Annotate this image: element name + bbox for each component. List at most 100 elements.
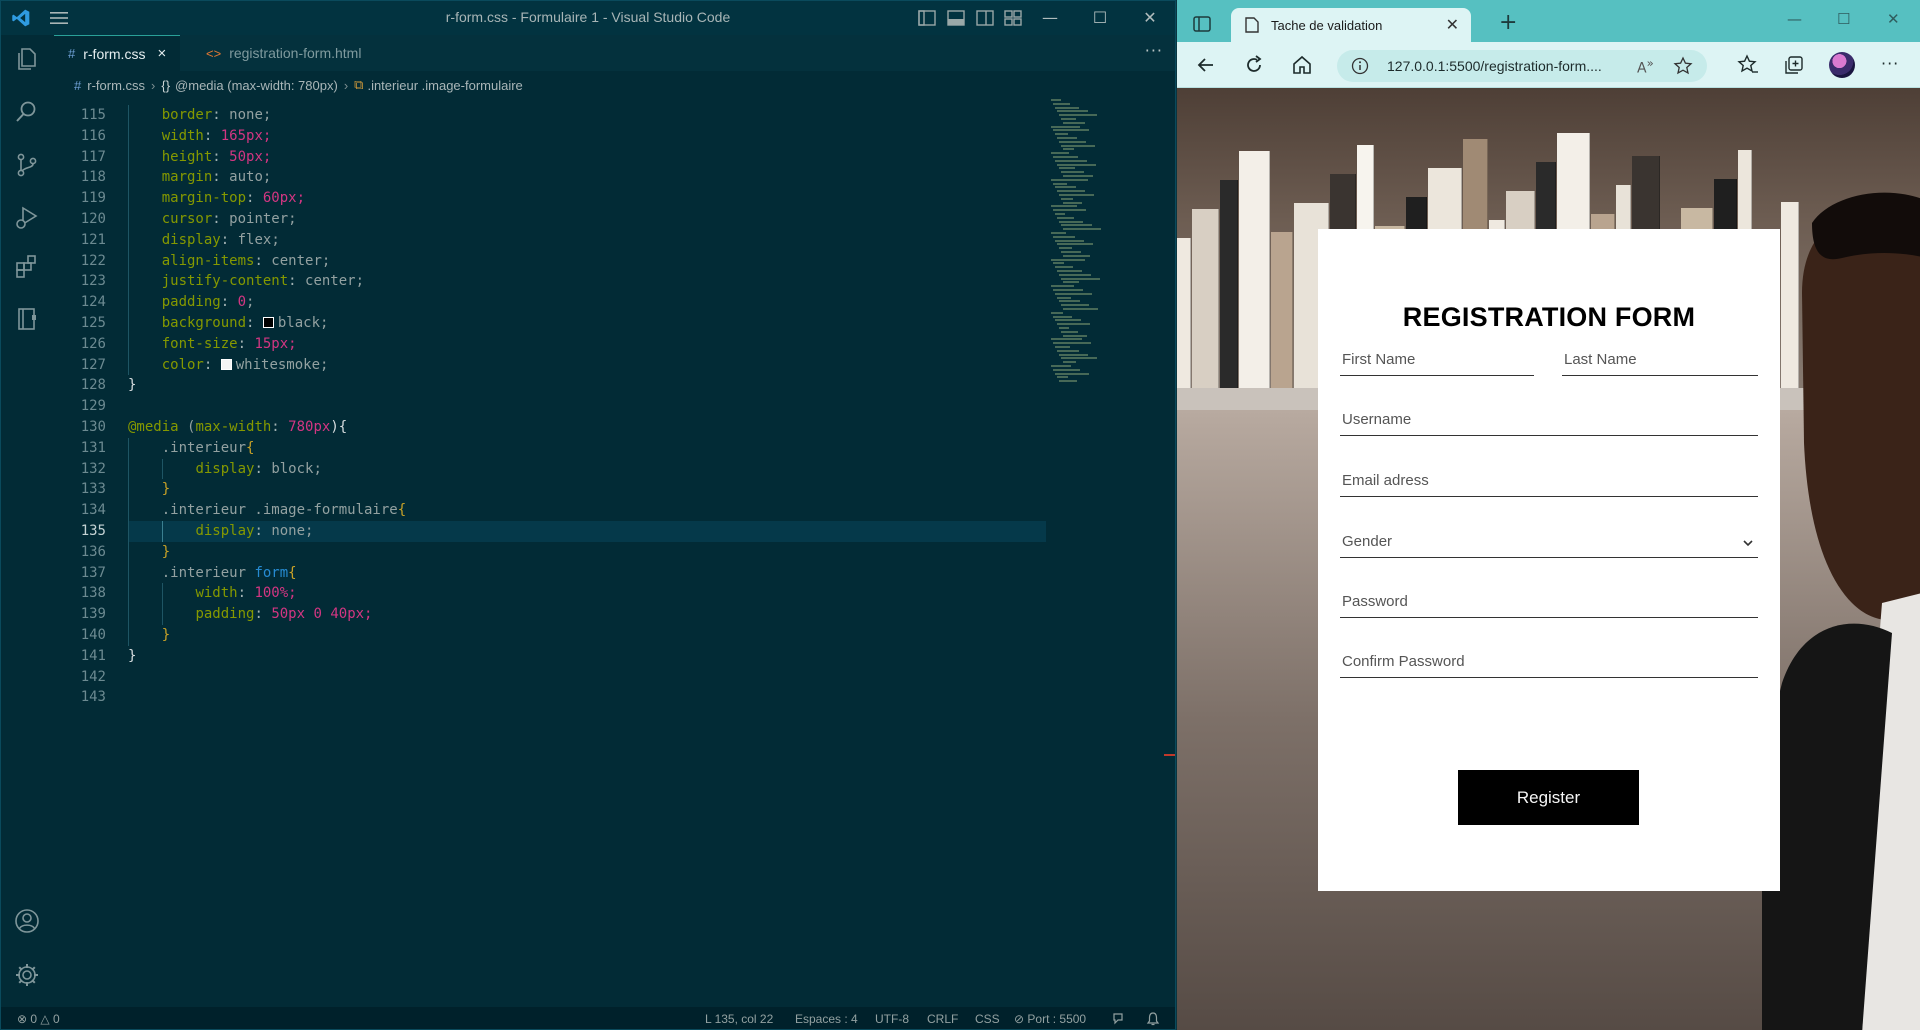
maximize-icon[interactable]: ☐ — [1837, 10, 1850, 28]
code-line-132[interactable]: display: block; — [128, 458, 1046, 480]
breadcrumb-file[interactable]: r-form.css — [87, 78, 145, 93]
back-arrow-icon[interactable] — [1195, 54, 1217, 76]
notebook-icon[interactable] — [13, 305, 41, 333]
color-swatch-whitesmoke[interactable] — [220, 358, 232, 370]
code-line-128[interactable]: } — [128, 375, 1046, 396]
favorites-icon[interactable] — [1737, 54, 1759, 76]
code-line-115[interactable]: border: none; — [128, 105, 1046, 126]
email-field[interactable] — [1340, 459, 1758, 497]
refresh-icon[interactable] — [1243, 54, 1265, 76]
code-lines[interactable]: border: none; width: 165px; height: 50px… — [128, 105, 1046, 708]
url-text[interactable]: 127.0.0.1:5500/registration-form.... — [1387, 58, 1602, 74]
code-line-121[interactable]: display: flex; — [128, 229, 1046, 251]
settings-more-icon[interactable]: ··· — [1881, 54, 1899, 73]
code-line-124[interactable]: padding: 0; — [128, 292, 1046, 313]
first-name-input[interactable] — [1342, 351, 1532, 368]
search-icon[interactable] — [13, 98, 41, 126]
code-line-125[interactable]: background: black; — [128, 312, 1046, 334]
cursor-position[interactable]: L 135, col 22 — [705, 1012, 773, 1026]
toggle-secondary-sidebar-icon[interactable] — [975, 8, 995, 28]
code-line-130[interactable]: @media (max-width: 780px){ — [128, 417, 1046, 438]
code-line-140[interactable]: } — [128, 624, 1046, 646]
code-line-120[interactable]: cursor: pointer; — [128, 208, 1046, 230]
email-input[interactable] — [1342, 472, 1756, 489]
username-input[interactable] — [1342, 411, 1756, 428]
address-bar[interactable]: 127.0.0.1:5500/registration-form.... A» — [1337, 50, 1707, 82]
code-line-131[interactable]: .interieur{ — [128, 437, 1046, 459]
browser-tab[interactable]: Tache de validation ✕ — [1231, 8, 1471, 42]
password-field[interactable] — [1340, 580, 1758, 618]
confirm-password-field[interactable] — [1340, 640, 1758, 678]
accounts-icon[interactable] — [13, 907, 41, 935]
maximize-icon[interactable]: ☐ — [1089, 7, 1111, 29]
site-info-icon[interactable] — [1351, 57, 1369, 75]
code-line-134[interactable]: .interieur .image-formulaire{ — [128, 500, 1046, 521]
code-line-142[interactable] — [128, 667, 1046, 688]
gender-select[interactable]: Gender — [1340, 520, 1758, 558]
end-of-line[interactable]: CRLF — [927, 1012, 958, 1026]
code-line-133[interactable]: } — [128, 479, 1046, 501]
source-control-icon[interactable] — [13, 151, 41, 179]
code-line-141[interactable]: } — [128, 646, 1046, 667]
close-window-icon[interactable]: ✕ — [1887, 10, 1900, 28]
add-favorite-icon[interactable] — [1673, 56, 1693, 76]
minimize-icon[interactable]: — — [1787, 10, 1802, 28]
username-field[interactable] — [1340, 398, 1758, 436]
code-line-135[interactable]: display: none; — [128, 520, 1046, 542]
collections-icon[interactable] — [1783, 54, 1805, 76]
code-line-119[interactable]: margin-top: 60px; — [128, 188, 1046, 209]
problems-indicator[interactable]: ⊗ 0 △ 0 — [17, 1012, 60, 1026]
last-name-field[interactable] — [1562, 338, 1758, 376]
minimap[interactable] — [1051, 99, 1111, 389]
close-tab-icon[interactable]: × — [157, 45, 166, 62]
color-swatch-black[interactable] — [262, 316, 274, 328]
code-line-136[interactable]: } — [128, 541, 1046, 563]
code-line-116[interactable]: width: 165px; — [128, 125, 1046, 147]
code-line-137[interactable]: .interieur form{ — [128, 562, 1046, 584]
password-input[interactable] — [1342, 593, 1756, 610]
code-line-126[interactable]: font-size: 15px; — [128, 333, 1046, 355]
indentation[interactable]: Espaces : 4 — [795, 1012, 858, 1026]
feedback-icon[interactable] — [1111, 1011, 1127, 1027]
code-line-138[interactable]: width: 100%; — [128, 583, 1046, 605]
breadcrumb-media[interactable]: @media (max-width: 780px) — [175, 78, 338, 93]
language-mode[interactable]: CSS — [975, 1012, 1000, 1026]
minimap-line — [1055, 133, 1068, 136]
code-line-122[interactable]: align-items: center; — [128, 250, 1046, 272]
settings-gear-icon[interactable] — [13, 961, 41, 989]
profile-avatar[interactable] — [1829, 52, 1855, 78]
code-line-117[interactable]: height: 50px; — [128, 146, 1046, 168]
tab-registration-form-html[interactable]: <> registration-form.html — [192, 35, 375, 71]
code-line-118[interactable]: margin: auto; — [128, 167, 1046, 189]
last-name-input[interactable] — [1564, 351, 1756, 368]
minimap-line — [1063, 254, 1090, 257]
code-line-139[interactable]: padding: 50px 0 40px; — [128, 604, 1046, 625]
new-tab-icon[interactable]: + — [1499, 10, 1517, 35]
breadcrumb-selector[interactable]: .interieur .image-formulaire — [367, 78, 522, 93]
encoding[interactable]: UTF-8 — [875, 1012, 909, 1026]
live-server-port[interactable]: ⊘ Port : 5500 — [1014, 1012, 1086, 1026]
run-debug-icon[interactable] — [13, 203, 41, 231]
code-line-129[interactable] — [128, 396, 1046, 417]
code-line-123[interactable]: justify-content: center; — [128, 271, 1046, 293]
register-button[interactable]: Register — [1458, 770, 1639, 825]
more-actions-icon[interactable]: ··· — [1145, 41, 1163, 60]
close-tab-icon[interactable]: ✕ — [1446, 15, 1459, 34]
toggle-sidebar-icon[interactable] — [917, 8, 937, 28]
explorer-icon[interactable] — [13, 45, 41, 73]
read-aloud-icon[interactable]: A» — [1637, 56, 1654, 77]
tab-actions-icon[interactable] — [1193, 16, 1211, 32]
extensions-icon[interactable] — [13, 253, 41, 281]
home-icon[interactable] — [1291, 54, 1313, 76]
minimize-icon[interactable]: — — [1039, 7, 1061, 29]
code-line-143[interactable] — [128, 687, 1046, 708]
toggle-panel-icon[interactable] — [946, 8, 966, 28]
close-window-icon[interactable]: ✕ — [1139, 7, 1161, 29]
customize-layout-icon[interactable] — [1003, 8, 1023, 28]
tab-r-form-css[interactable]: # r-form.css × — [54, 35, 181, 71]
confirm-password-input[interactable] — [1342, 653, 1756, 670]
first-name-field[interactable] — [1340, 338, 1534, 376]
code-line-127[interactable]: color: whitesmoke; — [128, 354, 1046, 376]
notifications-bell-icon[interactable] — [1145, 1011, 1161, 1027]
code-editor[interactable]: 115 116 117 118 119 120 121 122 123 124 125 126 127 1… — [54, 99, 1046, 1007]
